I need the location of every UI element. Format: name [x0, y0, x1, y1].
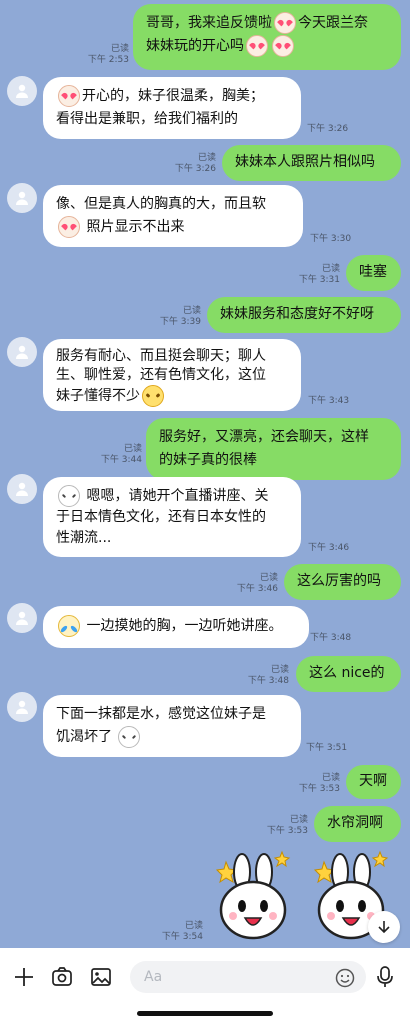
message-text: 妹妹服务和态度好不好呀 [220, 306, 374, 322]
message-meta: 已读 下午 3:48 [247, 665, 289, 686]
contact-avatar[interactable] [7, 603, 37, 633]
message-meta: 已读 下午 3:54 [161, 921, 203, 942]
chat-history[interactable]: 已读 下午 2:53 哥哥，我来追反馈啦 今天跟兰奈 妹妹玩的开心吗 开心的，妹子很… [0, 0, 410, 948]
message-time: 下午 3:48 [310, 633, 352, 643]
bunny-sticker[interactable] [208, 850, 296, 942]
incoming-message-bubble[interactable]: 一边摸她的胸，一边听她讲座。 [43, 606, 309, 648]
message-meta: 已读 下午 3:31 [298, 264, 340, 285]
camera-button[interactable] [49, 964, 75, 990]
camera-icon [52, 967, 72, 986]
message-text: 天啊 [359, 773, 387, 789]
message-text: 这么 nice的 [309, 665, 385, 681]
emoji-icon [58, 85, 80, 107]
message-time: 下午 3:26 [307, 124, 349, 134]
outgoing-message-bubble[interactable]: 哥哥，我来追反馈啦 今天跟兰奈 妹妹玩的开心吗 [133, 4, 401, 70]
message-meta: 已读 下午 3:53 [266, 815, 308, 836]
image-icon [91, 968, 111, 986]
message-time: 下午 3:43 [308, 396, 350, 406]
message-meta: 已读 下午 3:39 [159, 306, 201, 327]
add-button[interactable] [11, 964, 37, 990]
user-icon [16, 84, 28, 98]
user-icon [16, 482, 28, 496]
message-text: 服务好，又漂亮，还会聊天，这样 的妹子真的很棒 [159, 429, 369, 468]
message-meta: 已读 下午 3:44 [100, 444, 142, 465]
scroll-down-button[interactable] [368, 911, 400, 943]
message-input[interactable] [130, 961, 366, 993]
outgoing-message-bubble[interactable]: 天啊 [346, 765, 401, 799]
home-indicator [137, 1011, 273, 1016]
emoji-button[interactable] [334, 967, 356, 989]
emoji-icon [274, 12, 296, 34]
message-text: 哥哥，我来追反馈啦 今天跟兰奈 妹妹玩的开心吗 [146, 12, 388, 58]
incoming-message-bubble[interactable]: 服务有耐心、而且挺会聊天；聊人 生、聊性爱，还有色情文化，这位 妹子懂得不少 [43, 339, 301, 411]
incoming-message-bubble[interactable]: 嗯嗯，请她开个直播讲座、关 于日本情色文化，还有日本女性的 性潮流... [43, 477, 301, 557]
user-icon [16, 700, 28, 714]
message-text: 水帘洞啊 [327, 815, 383, 831]
emoji-icon [58, 216, 80, 238]
message-time: 下午 3:30 [310, 234, 352, 244]
emoji-icon [58, 485, 80, 507]
message-text: 妹妹本人跟照片相似吗 [235, 154, 375, 170]
contact-avatar[interactable] [7, 183, 37, 213]
contact-avatar[interactable] [7, 76, 37, 106]
message-meta: 已读 下午 2:53 [87, 44, 129, 65]
microphone-icon [377, 966, 393, 987]
user-icon [16, 191, 28, 205]
emoji-icon [272, 35, 294, 57]
outgoing-message-bubble[interactable]: 妹妹本人跟照片相似吗 [222, 145, 401, 181]
contact-avatar[interactable] [7, 337, 37, 367]
message-text: 这么厉害的吗 [297, 573, 381, 589]
incoming-message-bubble[interactable]: 像、但是真人的胸真的大，而且软 照片显示不出来 [43, 185, 303, 247]
message-text: 像、但是真人的胸真的大，而且软 照片显示不出来 [56, 193, 290, 239]
message-text: 开心的，妹子很温柔，胸美； 看得出是兼职，给我们福利的 [56, 85, 288, 131]
emoji-icon [246, 35, 268, 57]
message-meta: 已读 下午 3:53 [298, 773, 340, 794]
emoji-icon [142, 385, 164, 407]
message-text: 一边摸她的胸，一边听她讲座。 [56, 615, 296, 638]
outgoing-message-bubble[interactable]: 水帘洞啊 [314, 806, 401, 842]
voice-button[interactable] [372, 964, 398, 990]
message-text: 服务有耐心、而且挺会聊天；聊人 生、聊性爱，还有色情文化，这位 妹子懂得不少 [56, 347, 288, 407]
outgoing-message-bubble[interactable]: 这么厉害的吗 [284, 564, 401, 600]
emoji-icon [118, 726, 141, 748]
message-input-bar [0, 948, 410, 1024]
user-icon [16, 611, 28, 625]
arrow-down-icon [378, 921, 390, 934]
message-text: 下面一抹都是水，感觉这位妹子是 饥渴坏了 [56, 703, 288, 749]
message-text: 哇塞 [359, 264, 387, 280]
contact-avatar[interactable] [7, 474, 37, 504]
plus-icon [15, 968, 33, 986]
gallery-button[interactable] [88, 964, 114, 990]
message-text: 嗯嗯，请她开个直播讲座、关 于日本情色文化，还有日本女性的 性潮流... [56, 485, 288, 549]
user-icon [16, 345, 28, 359]
outgoing-message-bubble[interactable]: 妹妹服务和态度好不好呀 [207, 297, 401, 333]
incoming-message-bubble[interactable]: 下面一抹都是水，感觉这位妹子是 饥渴坏了 [43, 695, 301, 757]
outgoing-message-bubble[interactable]: 哇塞 [346, 255, 401, 291]
message-time: 下午 3:46 [308, 543, 350, 553]
emoji-icon [58, 615, 80, 637]
message-time: 下午 3:51 [306, 743, 348, 753]
outgoing-message-bubble[interactable]: 服务好，又漂亮，还会聊天，这样 的妹子真的很棒 [146, 418, 401, 480]
outgoing-message-bubble[interactable]: 这么 nice的 [296, 656, 401, 692]
message-meta: 已读 下午 3:26 [174, 153, 216, 174]
smiley-icon [335, 968, 355, 988]
incoming-message-bubble[interactable]: 开心的，妹子很温柔，胸美； 看得出是兼职，给我们福利的 [43, 77, 301, 139]
contact-avatar[interactable] [7, 692, 37, 722]
message-meta: 已读 下午 3:46 [236, 573, 278, 594]
